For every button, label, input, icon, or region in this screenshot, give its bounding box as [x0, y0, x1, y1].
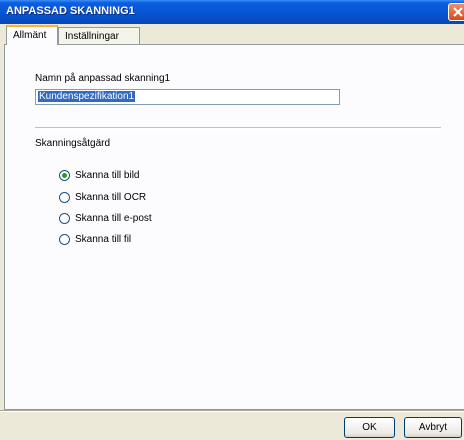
- close-button[interactable]: [448, 3, 464, 21]
- radio-button[interactable]: [59, 213, 70, 224]
- tab-general[interactable]: Allmänt: [6, 25, 58, 45]
- dialog-window: ANPASSAD SKANNING1 Allmänt Inställningar…: [0, 0, 464, 440]
- ok-button[interactable]: OK: [344, 417, 395, 438]
- section-divider: [35, 127, 441, 129]
- footer-divider: [0, 410, 464, 412]
- title-bar[interactable]: ANPASSAD SKANNING1: [0, 0, 464, 24]
- radio-label: Skanna till OCR: [75, 192, 147, 203]
- button-bar: OK Avbryt: [0, 410, 464, 440]
- tab-strip: Allmänt Inställningar: [0, 24, 464, 45]
- close-icon: [453, 7, 463, 17]
- scan-name-value: Kundenspezifikation1: [38, 91, 136, 102]
- scan-name-label: Namn på anpassad skanning1: [35, 73, 171, 84]
- radio-button-selected[interactable]: [59, 170, 70, 181]
- radio-label: Skanna till e-post: [75, 213, 152, 224]
- radio-label: Skanna till bild: [75, 170, 140, 181]
- radio-label: Skanna till fil: [75, 234, 132, 245]
- cancel-button[interactable]: Avbryt: [404, 417, 462, 438]
- scan-name-input[interactable]: Kundenspezifikation1: [35, 89, 340, 105]
- radio-button[interactable]: [59, 234, 70, 245]
- radio-button[interactable]: [59, 192, 70, 203]
- scan-action-label: Skanningsåtgärd: [35, 138, 111, 149]
- window-title: ANPASSAD SKANNING1: [6, 5, 135, 17]
- tab-settings[interactable]: Inställningar: [58, 27, 140, 44]
